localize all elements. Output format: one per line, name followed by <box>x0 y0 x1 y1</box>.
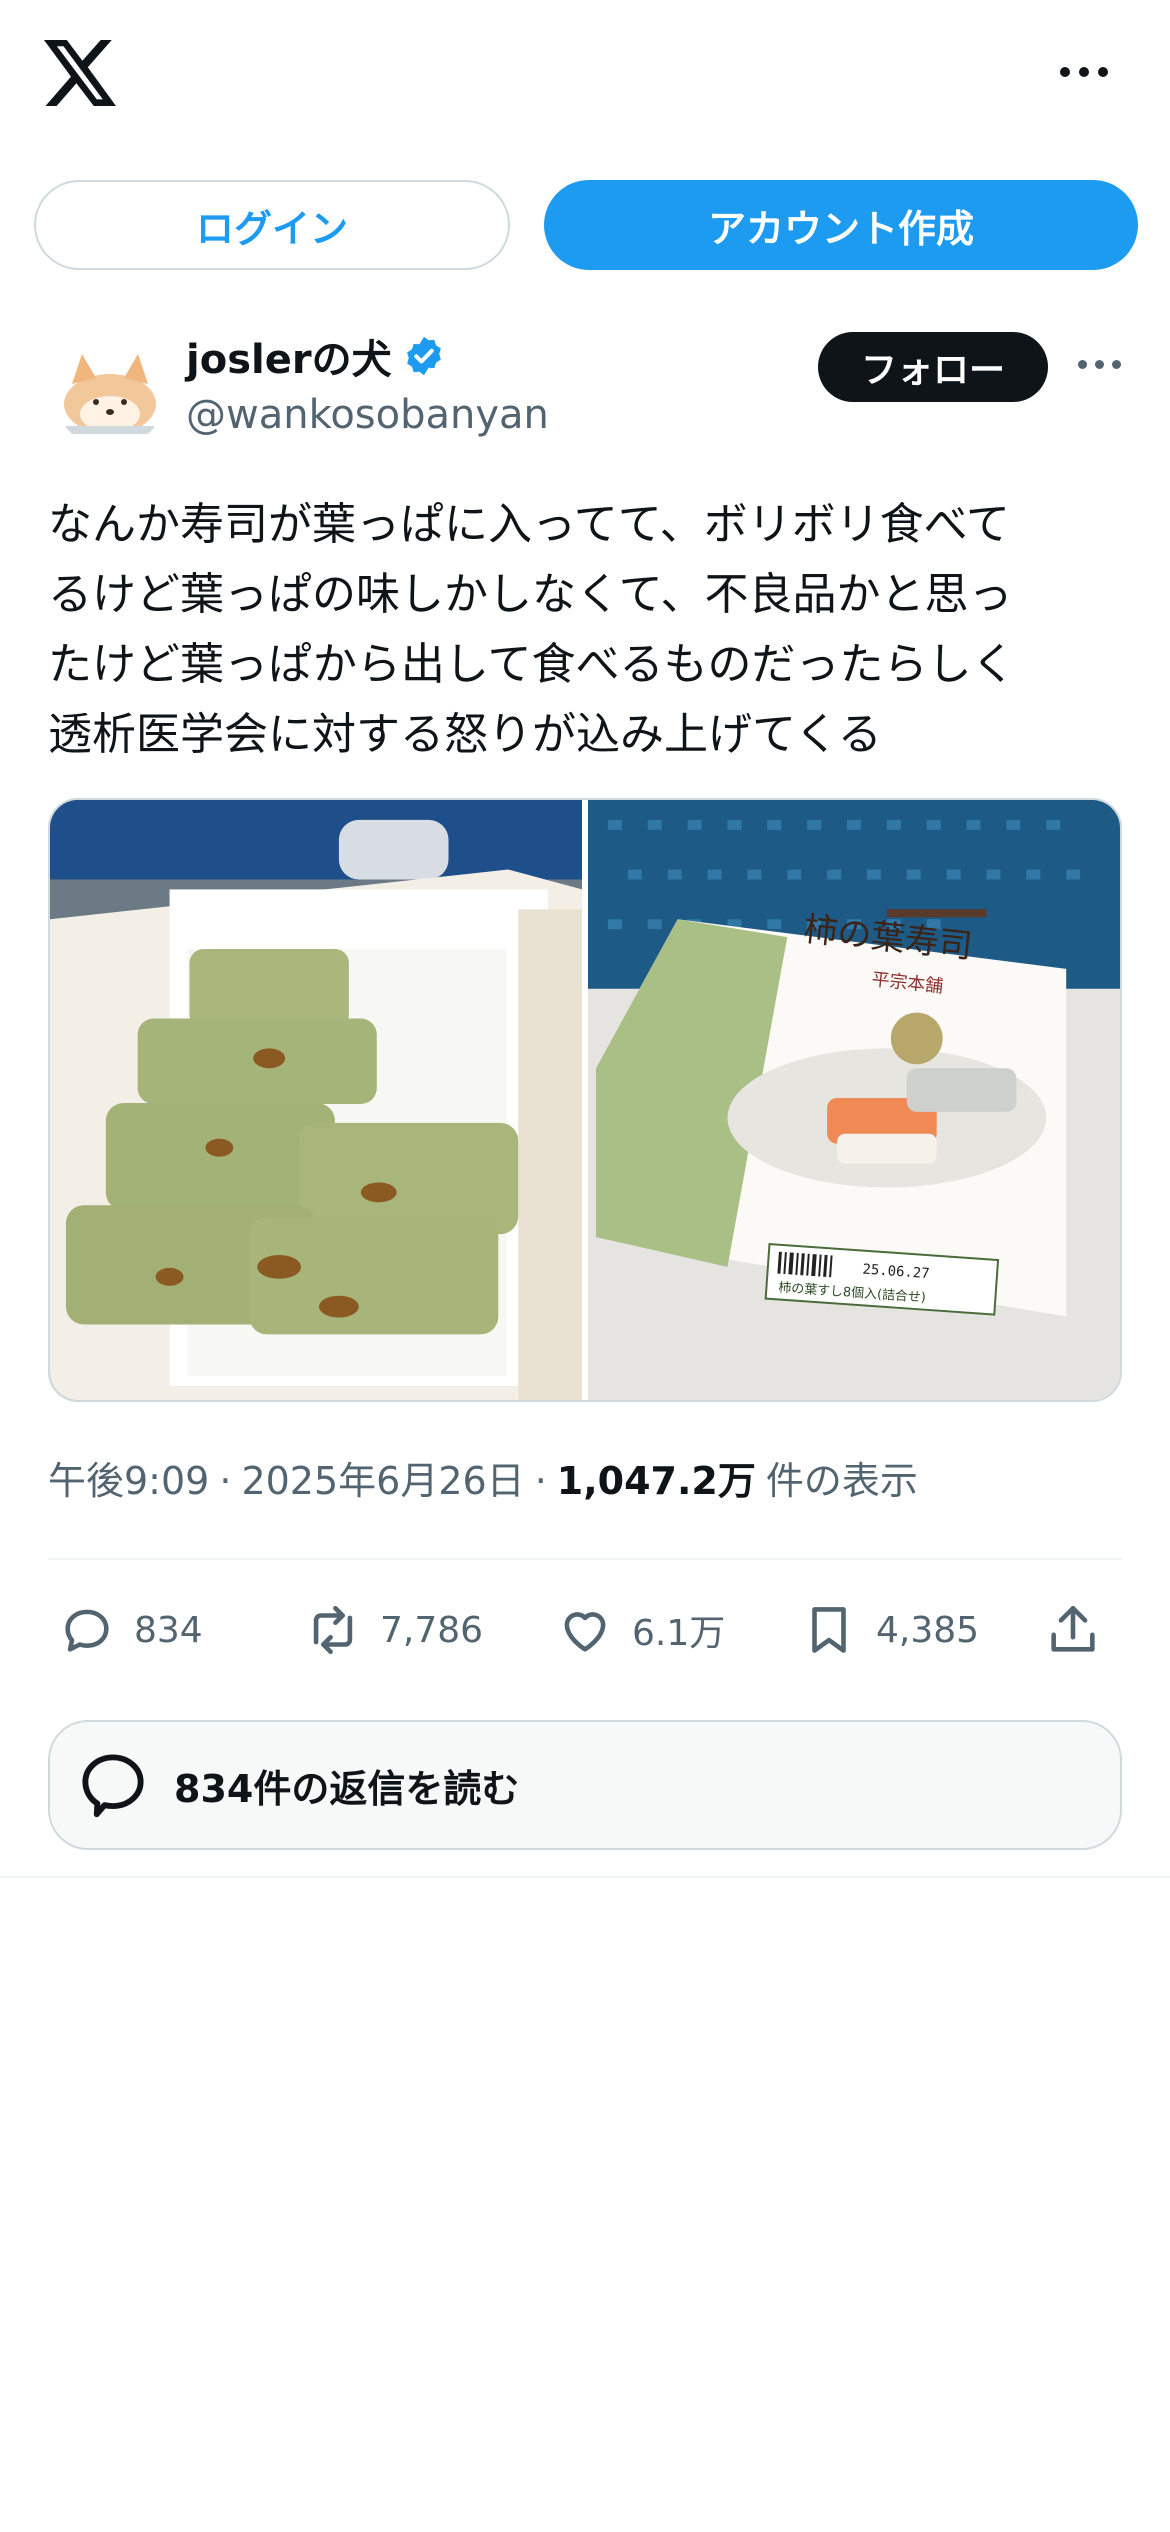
post-time[interactable]: 午後9:09 <box>48 1450 209 1505</box>
verified-badge-icon <box>406 336 441 376</box>
divider <box>48 1558 1122 1560</box>
post-date[interactable]: 2025年6月26日 <box>241 1450 524 1505</box>
post-text: なんか寿司が葉っぱに入ってて、ボリボリ食べて るけど葉っぱの味しかしなくて、不良… <box>48 499 1016 760</box>
repost-button[interactable]: 7,786 <box>304 1590 483 1670</box>
login-button[interactable]: ログイン <box>34 180 510 270</box>
create-account-button[interactable]: アカウント作成 <box>544 180 1138 270</box>
author-handle[interactable]: @wankosobanyan <box>186 392 549 438</box>
meta-separator: · <box>534 1459 547 1503</box>
share-icon <box>1051 1605 1095 1652</box>
heart-icon <box>564 1612 606 1652</box>
avatar[interactable] <box>52 332 168 448</box>
reply-bubble-icon <box>82 1754 144 1818</box>
divider <box>0 1876 1170 1878</box>
bookmark-count: 4,385 <box>876 1609 980 1651</box>
views-count: 1,047.2万 <box>556 1459 756 1503</box>
author-name[interactable]: joslerの犬 <box>186 327 392 385</box>
post-media[interactable]: 柿の葉寿司 平宗本舗 25.06.27 柿の葉すし8個入(詰合せ) <box>48 798 1122 1402</box>
repost-icon <box>313 1605 353 1655</box>
media-image-sushi-package[interactable]: 柿の葉寿司 平宗本舗 25.06.27 柿の葉すし8個入(詰合せ) <box>588 800 1120 1400</box>
media-image-sushi-box[interactable] <box>50 800 582 1400</box>
top-bar <box>0 0 1170 150</box>
reply-count: 834 <box>134 1609 203 1651</box>
more-horizontal-icon[interactable] <box>1060 62 1116 82</box>
read-replies-button[interactable]: 834件の返信を読む <box>48 1720 1122 1850</box>
follow-button[interactable]: フォロー <box>818 332 1048 402</box>
bookmark-icon <box>812 1607 846 1653</box>
post-meta: 午後9:09 · 2025年6月26日 · 1,047.2万 件の表示 <box>48 1450 918 1505</box>
like-count: 6.1万 <box>632 1613 726 1654</box>
like-button[interactable]: 6.1万 <box>556 1590 725 1670</box>
action-bar: 834 7,786 6.1万 4,385 <box>48 1590 1122 1670</box>
reply-button[interactable]: 834 <box>58 1590 203 1670</box>
views-label: 件の表示 <box>765 1459 918 1503</box>
repost-count: 7,786 <box>380 1609 484 1651</box>
x-logo[interactable] <box>44 40 116 106</box>
reply-icon <box>65 1609 109 1652</box>
share-button[interactable] <box>1044 1590 1102 1670</box>
read-replies-label: 834件の返信を読む <box>174 1766 520 1811</box>
post-more-icon[interactable] <box>1078 360 1121 369</box>
author-display-name[interactable]: joslerの犬 <box>186 327 446 385</box>
bookmark-button[interactable]: 4,385 <box>800 1590 979 1670</box>
meta-separator: · <box>219 1459 232 1503</box>
